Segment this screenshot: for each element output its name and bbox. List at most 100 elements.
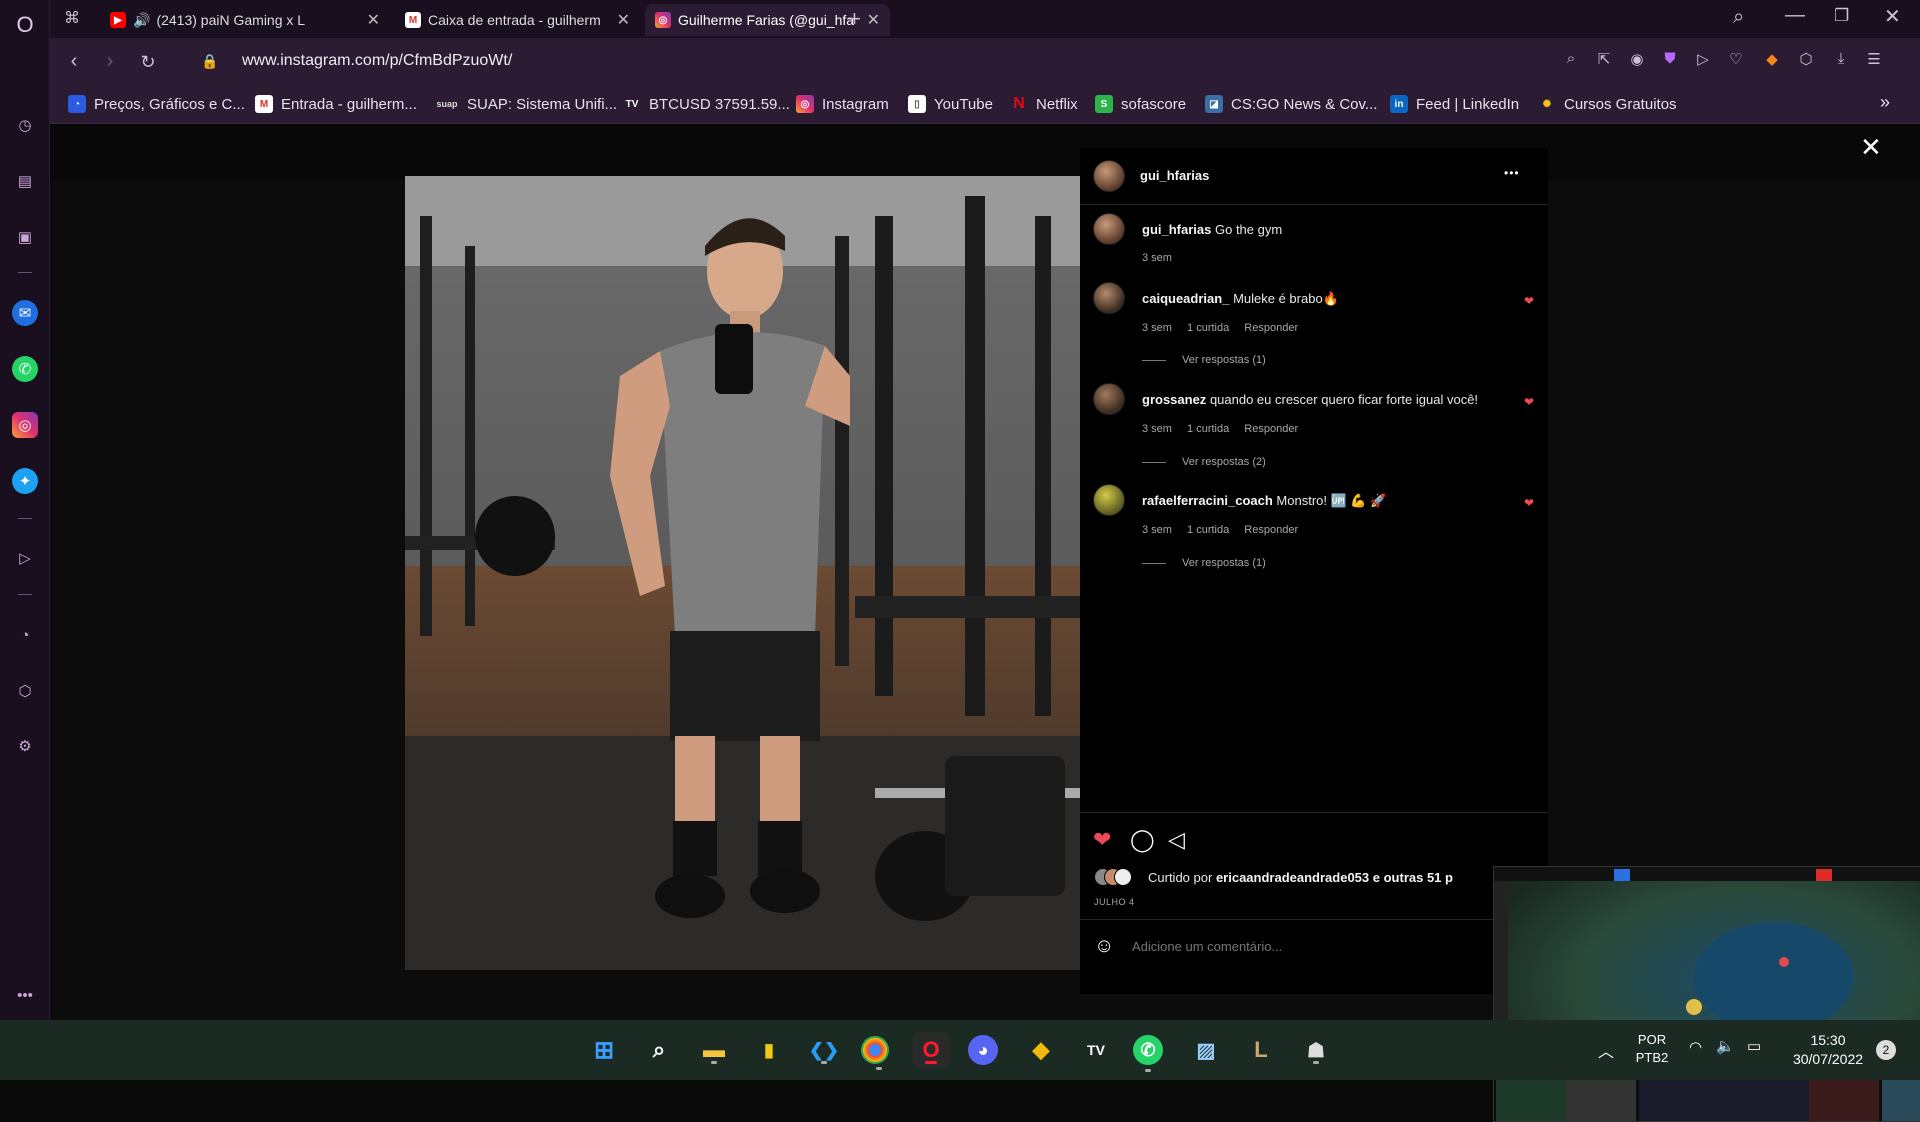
download-icon[interactable]: ⤓ (1830, 50, 1852, 72)
view-replies-button[interactable]: Ver respostas (1) (1142, 354, 1266, 366)
chrome-icon[interactable] (861, 1036, 889, 1070)
panel-divider (1080, 204, 1548, 205)
avatar[interactable] (1093, 282, 1125, 314)
chevron-up-icon[interactable]: ︿ (1598, 1038, 1614, 1062)
tradingview-icon[interactable]: TV (1078, 1032, 1114, 1068)
messenger-icon[interactable]: ✉ (12, 300, 38, 326)
extensions-icon[interactable]: ⬡ (12, 678, 38, 704)
coinmarket-icon: ◔ (68, 95, 86, 113)
bookmark-item[interactable]: N Netflix (1010, 95, 1077, 113)
history-icon[interactable]: ◔ (12, 622, 38, 648)
whatsapp-icon[interactable]: ✆ (12, 356, 38, 382)
post-photo[interactable] (405, 176, 1080, 970)
metamask-icon[interactable]: ◆ (1761, 50, 1783, 72)
bookmark-item[interactable]: ◪ CS:GO News & Cov... (1205, 95, 1377, 113)
view-replies-button[interactable]: Ver respostas (1) (1142, 557, 1266, 569)
emoji-icon[interactable]: ☺ (1094, 935, 1114, 958)
speaker-icon[interactable]: 🔊 (133, 12, 150, 29)
search-tabs-icon[interactable]: ⌕ (1733, 6, 1744, 29)
bookmark-item[interactable]: in Feed | LinkedIn (1390, 95, 1519, 113)
gamepad-icon[interactable]: ⌘ (64, 8, 80, 28)
opera-taskbar-icon[interactable]: O (913, 1032, 949, 1068)
instagram-sidebar-icon[interactable]: ◎ (12, 412, 38, 438)
notification-badge[interactable]: 2 (1876, 1040, 1896, 1060)
comment-like-icon[interactable]: ❤ (1524, 496, 1534, 510)
more-icon[interactable]: ••• (12, 982, 38, 1008)
send-icon[interactable]: ▷ (1692, 50, 1714, 72)
avatar[interactable] (1093, 213, 1125, 245)
cube-icon[interactable]: ⬡ (1795, 50, 1817, 72)
bookmark-item[interactable]: ◔ Preços, Gráficos e C... (68, 95, 245, 113)
close-modal-icon[interactable]: ✕ (1860, 132, 1882, 163)
bookmark-item[interactable]: Ssofascore (1095, 95, 1186, 113)
bookmarks-more-button[interactable]: » (1880, 92, 1890, 113)
restore-button[interactable]: ❐ (1834, 6, 1849, 26)
share-icon[interactable]: ⇱ (1593, 50, 1615, 72)
comment-icon[interactable]: ◯ (1130, 827, 1155, 853)
camera-icon[interactable]: ◉ (1626, 50, 1648, 72)
like-heart-icon[interactable]: ❤ (1093, 827, 1111, 853)
speed-dial-icon[interactable]: ◷ (12, 112, 38, 138)
avatar[interactable] (1093, 484, 1125, 516)
sofascore-icon: S (1095, 95, 1113, 113)
bookmark-item[interactable]: ✺ Cursos Gratuitos (1538, 95, 1677, 113)
new-tab-button[interactable]: + (848, 6, 861, 32)
bookmark-item[interactable]: ▯ YouTube (908, 95, 993, 113)
vpn-shield-icon[interactable]: ⛊ (1659, 50, 1681, 72)
bookmark-item[interactable]: suap SUAP: Sistema Unifi... (435, 95, 617, 113)
url-field[interactable]: www.instagram.com/p/CfmBdPzuoWt/ (242, 52, 512, 70)
vscode-icon[interactable]: ❮❯ (806, 1032, 842, 1068)
view-replies-button[interactable]: Ver respostas (2) (1142, 456, 1266, 468)
post-author[interactable]: gui_hfarias (1140, 168, 1209, 183)
picture-in-picture-video[interactable] (1493, 866, 1920, 1122)
avatar[interactable] (1093, 383, 1125, 415)
settings-icon[interactable]: ⚙ (12, 733, 38, 759)
power-bi-icon[interactable]: ▮ (751, 1032, 787, 1068)
bookmark-item[interactable]: M Entrada - guilherm... (255, 95, 417, 113)
discord-icon[interactable]: ◕ (968, 1035, 998, 1065)
player-icon[interactable]: ▷ (12, 545, 38, 571)
minimize-button[interactable]: — (1785, 4, 1805, 27)
share-icon[interactable]: ◁ (1168, 827, 1185, 853)
more-options-icon[interactable]: ••• (1504, 166, 1520, 180)
twitter-icon[interactable]: ✦ (12, 468, 38, 494)
reload-button[interactable]: ↻ (136, 52, 160, 73)
game-app-icon[interactable]: ☗ (1298, 1032, 1334, 1068)
windows-start-icon[interactable]: ⊞ (586, 1032, 622, 1068)
wifi-icon[interactable]: ◠ (1689, 1038, 1702, 1056)
avatar[interactable] (1093, 160, 1125, 192)
opera-logo-icon[interactable]: O (12, 12, 38, 38)
photos-icon[interactable]: ▨ (1188, 1032, 1224, 1068)
briefcase-icon[interactable]: ▤ (12, 168, 38, 194)
binance-icon[interactable]: ◆ (1023, 1032, 1059, 1068)
language-indicator[interactable]: POR PTB2 (1630, 1031, 1674, 1067)
comment-text: rafaelferracini_coach Monstro! 🆙 💪 🚀 (1142, 493, 1387, 508)
clock[interactable]: 15:30 30/07/2022 (1782, 1031, 1874, 1069)
close-tab-icon[interactable]: ✕ (609, 10, 630, 30)
back-button[interactable]: ‹ (62, 50, 86, 73)
search-icon[interactable]: ⌕ (641, 1032, 677, 1068)
twitch-icon[interactable]: ▣ (12, 224, 38, 250)
close-tab-icon[interactable]: ✕ (359, 10, 380, 30)
bookmark-item[interactable]: TV BTCUSD 37591.59... (623, 95, 790, 113)
close-tab-icon[interactable]: ✕ (859, 10, 880, 30)
close-window-button[interactable]: ✕ (1884, 4, 1901, 29)
tab-gmail[interactable]: M Caixa de entrada - guilherm ✕ (395, 4, 640, 36)
comment-like-icon[interactable]: ❤ (1524, 395, 1534, 409)
bookmark-item[interactable]: ◎ Instagram (796, 95, 889, 113)
comment-input[interactable] (1132, 933, 1432, 959)
tab-youtube[interactable]: ▶ 🔊 (2413) paiN Gaming x L ✕ (100, 4, 390, 36)
comment-like-icon[interactable]: ❤ (1524, 294, 1534, 308)
battery-icon[interactable]: ▭ (1747, 1037, 1761, 1055)
document-icon: ▯ (908, 95, 926, 113)
file-explorer-icon[interactable]: ▬ (696, 1032, 732, 1068)
whatsapp-icon[interactable]: ✆ (1133, 1035, 1163, 1072)
easy-setup-icon[interactable]: ☰ (1863, 50, 1885, 72)
forward-button[interactable]: › (98, 50, 122, 73)
volume-icon[interactable]: 🔈 (1716, 1037, 1735, 1055)
search-icon[interactable]: ⌕ (1560, 50, 1582, 72)
tab-bar: ⌘ ▶ 🔊 (2413) paiN Gaming x L ✕ M Caixa d… (50, 0, 1920, 38)
lol-match-frame (1494, 867, 1920, 1121)
heart-icon[interactable]: ♡ (1725, 50, 1747, 72)
league-of-legends-icon[interactable]: L (1243, 1032, 1279, 1068)
